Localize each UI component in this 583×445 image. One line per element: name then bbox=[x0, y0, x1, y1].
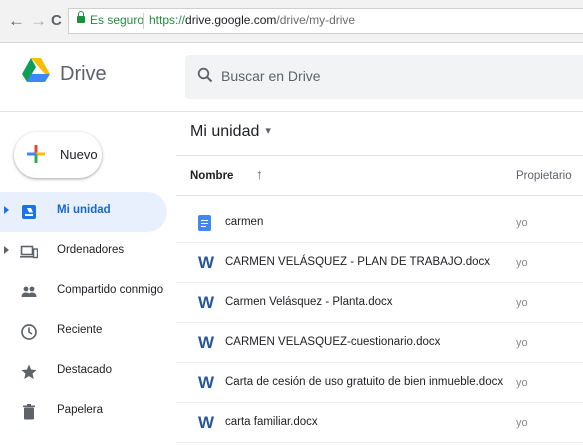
new-button-label: Nuevo bbox=[60, 147, 98, 162]
drive-page: Drive Buscar en Drive Nuevo Mi unidad Or… bbox=[0, 43, 583, 445]
word-doc-icon: W bbox=[198, 373, 215, 392]
sidebar-item-label: Destacado bbox=[57, 364, 112, 376]
url-path: /drive/my-drive bbox=[276, 13, 356, 27]
trash-icon bbox=[23, 404, 35, 420]
file-owner: yo bbox=[516, 377, 528, 389]
app-name: Drive bbox=[60, 63, 107, 85]
sidebar-item-label: Reciente bbox=[57, 324, 103, 336]
file-row[interactable]: W Carta de cesión de uso gratuito de bie… bbox=[176, 363, 583, 403]
word-doc-icon: W bbox=[198, 253, 215, 272]
address-separator bbox=[143, 13, 144, 29]
secure-label: Es seguro bbox=[90, 13, 145, 27]
file-owner: yo bbox=[516, 297, 528, 309]
url-text: https://drive.google.com/drive/my-drive bbox=[149, 13, 355, 27]
header-divider bbox=[0, 111, 583, 112]
breadcrumb-label: Mi unidad bbox=[190, 123, 260, 140]
star-icon bbox=[21, 364, 37, 379]
lock-icon bbox=[77, 11, 85, 23]
list-header-divider bbox=[176, 195, 583, 196]
file-row[interactable]: W Carmen Velásquez - Planta.docx yo bbox=[176, 283, 583, 323]
breadcrumb[interactable]: Mi unidad ▾ bbox=[190, 123, 271, 141]
file-owner: yo bbox=[516, 417, 528, 429]
search-input[interactable]: Buscar en Drive bbox=[221, 68, 321, 84]
back-button[interactable]: ← bbox=[8, 11, 25, 31]
file-owner: yo bbox=[516, 257, 528, 269]
file-owner: yo bbox=[516, 337, 528, 349]
url-host: drive.google.com bbox=[185, 13, 277, 27]
file-owner: yo bbox=[516, 217, 528, 229]
url-scheme: https:// bbox=[149, 13, 186, 27]
file-name: carmen bbox=[225, 216, 264, 228]
file-name: carta familiar.docx bbox=[225, 416, 318, 428]
expand-arrow-icon[interactable] bbox=[4, 246, 9, 254]
list-header-divider bbox=[176, 155, 583, 156]
sidebar-item-recent[interactable]: Reciente bbox=[0, 312, 167, 352]
column-header-name[interactable]: Nombre bbox=[190, 170, 233, 182]
sidebar-item-computers[interactable]: Ordenadores bbox=[0, 232, 167, 272]
file-name: Carta de cesión de uso gratuito de bien … bbox=[225, 376, 504, 388]
word-doc-icon: W bbox=[198, 293, 215, 312]
sidebar-item-label: Mi unidad bbox=[57, 204, 111, 216]
file-row[interactable]: W CARMEN VELÁSQUEZ - PLAN DE TRABAJO.doc… bbox=[176, 243, 583, 283]
forward-button[interactable]: → bbox=[30, 11, 47, 31]
clock-icon bbox=[21, 324, 37, 340]
browser-toolbar: ← → C Es seguro https://drive.google.com… bbox=[0, 0, 583, 43]
file-name: CARMEN VELASQUEZ-cuestionario.docx bbox=[225, 336, 441, 348]
sidebar-item-my-drive[interactable]: Mi unidad bbox=[0, 192, 167, 232]
people-icon bbox=[21, 286, 37, 297]
sidebar-item-starred[interactable]: Destacado bbox=[0, 352, 167, 392]
file-row[interactable]: carmen yo bbox=[176, 203, 583, 243]
search-bar[interactable]: Buscar en Drive bbox=[185, 55, 583, 99]
expand-arrow-icon[interactable] bbox=[4, 206, 9, 214]
new-button[interactable]: Nuevo bbox=[14, 132, 102, 178]
column-header-owner[interactable]: Propietario bbox=[516, 170, 572, 182]
sort-arrow-icon[interactable]: ↑ bbox=[256, 166, 263, 182]
file-row[interactable]: W CARMEN VELASQUEZ-cuestionario.docx yo bbox=[176, 323, 583, 363]
search-icon[interactable] bbox=[197, 67, 213, 83]
computer-icon bbox=[20, 245, 38, 259]
sidebar-item-label: Compartido conmigo bbox=[57, 284, 164, 296]
sidebar-item-label: Ordenadores bbox=[57, 244, 125, 256]
file-name: CARMEN VELÁSQUEZ - PLAN DE TRABAJO.docx bbox=[225, 256, 490, 268]
address-bar[interactable]: Es seguro https://drive.google.com/drive… bbox=[68, 8, 583, 34]
google-doc-icon bbox=[198, 215, 211, 231]
sidebar-item-shared[interactable]: Compartido conmigo bbox=[0, 272, 167, 312]
sidebar-item-trash[interactable]: Papelera bbox=[0, 392, 167, 432]
file-row[interactable]: W carta familiar.docx yo bbox=[176, 403, 583, 443]
reload-button[interactable]: C bbox=[51, 11, 62, 31]
word-doc-icon: W bbox=[198, 413, 215, 432]
my-drive-icon bbox=[22, 205, 36, 219]
chevron-down-icon: ▾ bbox=[265, 125, 271, 137]
file-name: Carmen Velásquez - Planta.docx bbox=[225, 296, 393, 308]
plus-icon bbox=[27, 145, 45, 163]
drive-logo-icon[interactable] bbox=[22, 58, 50, 82]
sidebar-item-label: Papelera bbox=[57, 404, 104, 416]
word-doc-icon: W bbox=[198, 333, 215, 352]
